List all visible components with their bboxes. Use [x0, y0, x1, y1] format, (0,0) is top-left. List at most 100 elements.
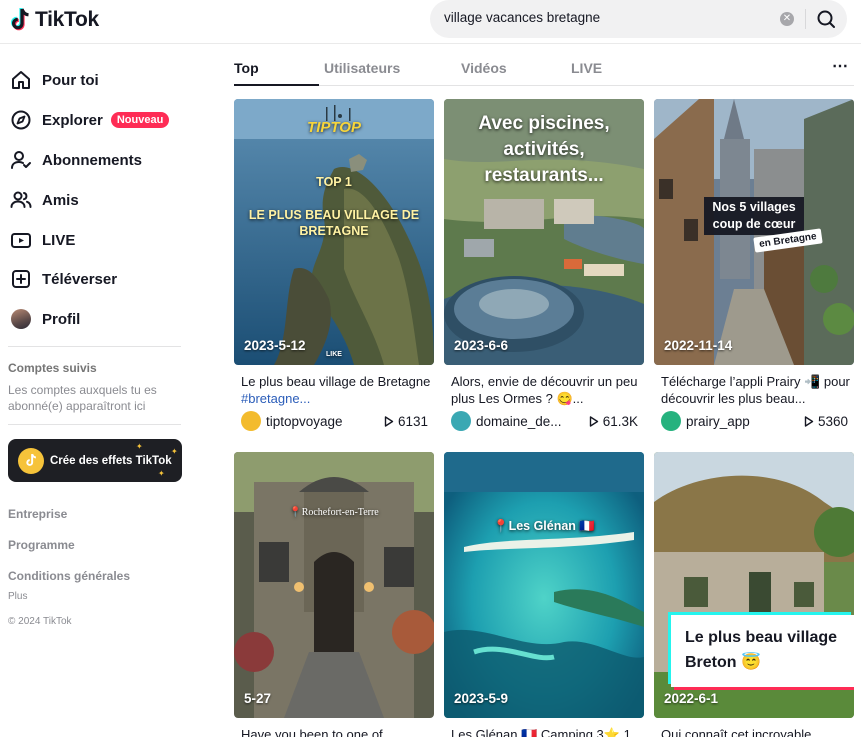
video-card[interactable]: Le plus beau village Breton 😇 2022-6-1 Q…	[654, 452, 854, 737]
overlay-headline: Breton 😇	[685, 654, 761, 671]
sidebar-item-label: Profil	[42, 310, 81, 328]
sidebar-item-for-you[interactable]: Pour toi	[10, 68, 99, 92]
video-card[interactable]: 📍Rochefort-en-Terre 5-27 Have you been t…	[234, 452, 434, 737]
followed-accounts-heading: Comptes suivis	[8, 361, 97, 375]
play-count-value: 5360	[817, 413, 848, 429]
followed-accounts-hint: Les comptes auxquels tu es abonné(e) app…	[8, 383, 157, 413]
overlay-headline: Nos 5 villages coup de cœur	[704, 197, 804, 235]
author-avatar[interactable]	[241, 411, 261, 431]
sidebar-item-following[interactable]: Abonnements	[10, 148, 142, 172]
overlay-headline: Le plus beau village	[685, 629, 838, 646]
overlay-small-text: LIKE	[326, 351, 342, 358]
search-bar: ✕	[430, 0, 847, 38]
author-name[interactable]: domaine_de...	[476, 414, 564, 429]
video-thumbnail[interactable]: 📍Les Glénan 🇫🇷 2023-5-9	[444, 452, 644, 718]
more-options-icon[interactable]: ⋯	[832, 56, 849, 76]
tiktok-note-icon	[8, 7, 32, 33]
video-card[interactable]: Nos 5 villages coup de cœur en Bretagne …	[654, 99, 854, 431]
author-name[interactable]: tiptopvoyage	[266, 414, 384, 429]
video-date: 2023-6-6	[454, 338, 509, 353]
video-thumbnail[interactable]: Nos 5 villages coup de cœur en Bretagne …	[654, 99, 854, 365]
tab-users[interactable]: Utilisateurs	[324, 60, 400, 76]
tab-live[interactable]: LIVE	[571, 60, 602, 76]
stone-house-thumbnail-image	[234, 452, 434, 718]
video-description[interactable]: Have you been to one of	[234, 726, 434, 737]
play-count: 5360	[804, 414, 854, 429]
overlay-headline: Avec piscines,	[478, 113, 610, 134]
sparkle-icon: ✦	[171, 447, 178, 456]
sidebar-item-label: LIVE	[42, 231, 76, 249]
video-date: 2023-5-12	[244, 338, 306, 353]
video-meta: domaine_de... 61.3K	[444, 411, 644, 431]
overlay-location: 📍Rochefort-en-Terre	[289, 507, 379, 518]
footer-link-program[interactable]: Programme	[8, 538, 75, 552]
play-icon	[804, 415, 814, 427]
tiktok-logo[interactable]: TikTok	[8, 7, 99, 33]
lagoon-thumbnail-image	[444, 452, 644, 718]
footer-link-business[interactable]: Entreprise	[8, 507, 67, 521]
sparkle-icon: ✦	[136, 442, 143, 451]
video-description[interactable]: Les Glénan 🇫🇷 Camping 3⭐ 1	[444, 726, 644, 737]
sidebar-item-label: Téléverser	[42, 270, 118, 288]
sidebar-item-upload[interactable]: Téléverser	[10, 267, 117, 291]
live-icon	[10, 229, 32, 251]
search-button[interactable]	[812, 6, 840, 32]
home-icon	[10, 69, 32, 91]
play-count-value: 61.3K	[602, 413, 638, 429]
sparkle-icon: ✦	[158, 469, 165, 478]
footer-link-terms[interactable]: Conditions générales	[8, 569, 130, 583]
video-thumbnail[interactable]: TIPTOP TOP 1 LE PLUS BEAU VILLAGE DE BRE…	[234, 99, 434, 365]
video-meta: prairy_app 5360	[654, 411, 854, 431]
play-count: 61.3K	[589, 414, 644, 429]
video-card[interactable]: TIPTOP TOP 1 LE PLUS BEAU VILLAGE DE BRE…	[234, 99, 434, 431]
video-date: 2023-5-9	[454, 691, 509, 706]
overlay-headline: restaurants...	[484, 165, 604, 186]
video-date: 5-27	[244, 691, 272, 706]
sidebar-item-friends[interactable]: Amis	[10, 188, 79, 212]
video-description[interactable]: Alors, envie de découvrir un peu plus Le…	[444, 373, 644, 407]
video-card[interactable]: Avec piscines, activités, restaurants...…	[444, 99, 644, 431]
app-name: TikTok	[35, 8, 99, 31]
top-bar: TikTok ✕	[0, 0, 861, 44]
sidebar-item-explore[interactable]: Explorer Nouveau	[10, 108, 170, 132]
search-icon	[817, 10, 835, 28]
tab-videos[interactable]: Vidéos	[461, 60, 507, 76]
author-avatar[interactable]	[451, 411, 471, 431]
video-description[interactable]: Télécharge l’appli Prairy 📲 pour découvr…	[654, 373, 854, 407]
description-text: Le plus beau village de Bretagne	[241, 374, 431, 389]
compass-icon	[10, 109, 32, 131]
author-avatar[interactable]	[661, 411, 681, 431]
overlay-headline: activités,	[503, 139, 585, 160]
effects-icon	[18, 447, 44, 474]
sidebar-item-label: Amis	[42, 191, 79, 209]
footer-more-link[interactable]: Plus	[8, 591, 27, 602]
overlay-headline: TOP 1	[316, 175, 352, 189]
sidebar-item-profile[interactable]: Profil	[10, 307, 80, 331]
video-thumbnail[interactable]: Avec piscines, activités, restaurants...…	[444, 99, 644, 365]
video-thumbnail[interactable]: 📍Rochefort-en-Terre 5-27	[234, 452, 434, 718]
clear-search-icon[interactable]: ✕	[780, 12, 794, 26]
play-count-value: 6131	[397, 413, 428, 429]
tab-top[interactable]: Top	[234, 60, 259, 76]
sidebar-item-label: Abonnements	[42, 151, 143, 169]
sidebar: Pour toi Explorer Nouveau Abonnements Am…	[0, 44, 200, 737]
sidebar-item-live[interactable]: LIVE	[10, 228, 75, 252]
play-icon	[589, 415, 598, 427]
search-input[interactable]	[444, 10, 774, 25]
video-thumbnail[interactable]: Le plus beau village Breton 😇 2022-6-1	[654, 452, 854, 718]
create-effects-button[interactable]: ✦ ✦ ✦ Crée des effets TikTok	[8, 439, 182, 482]
profile-avatar-wrap	[10, 308, 32, 330]
sidebar-item-label: Pour toi	[42, 71, 99, 89]
sidebar-divider	[8, 346, 181, 347]
author-name[interactable]: prairy_app	[686, 414, 804, 429]
play-count: 6131	[384, 414, 434, 429]
hashtag-link[interactable]: #bretagne...	[241, 391, 310, 406]
overlay-headline: LE PLUS BEAU VILLAGE DE BRETAGNE	[248, 208, 420, 238]
search-tabs: Top Utilisateurs Vidéos LIVE ⋯	[234, 44, 854, 86]
video-meta: tiptopvoyage 6131	[234, 411, 434, 431]
video-description[interactable]: Le plus beau village de Bretagne #bretag…	[234, 373, 434, 407]
following-icon	[10, 149, 32, 171]
video-card[interactable]: 📍Les Glénan 🇫🇷 2023-5-9 Les Glénan 🇫🇷 Ca…	[444, 452, 644, 737]
video-description[interactable]: Qui connaît cet incroyable	[654, 726, 854, 737]
active-tab-indicator	[234, 84, 319, 86]
